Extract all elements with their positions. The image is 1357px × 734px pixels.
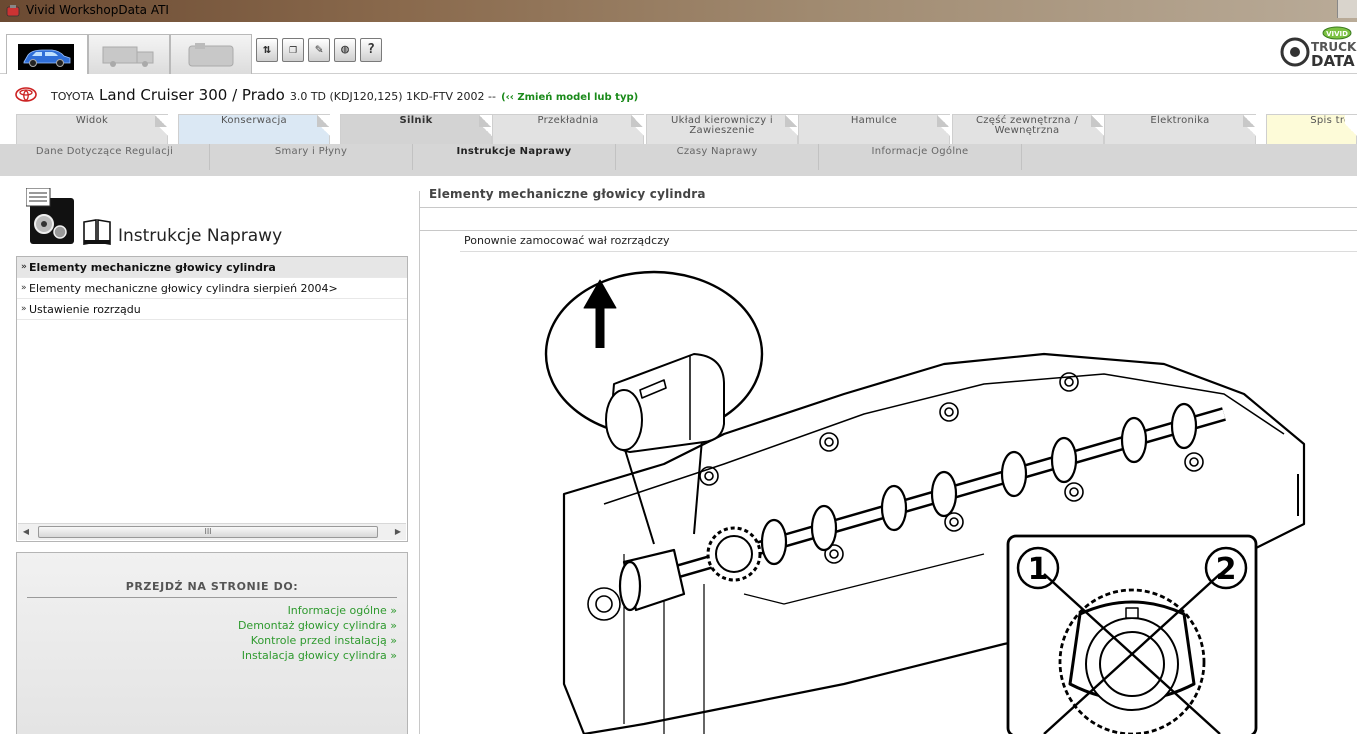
goto-link-informacje[interactable]: Informacje ogólne » (238, 603, 397, 618)
scroll-left-icon[interactable]: ◀ (18, 524, 34, 540)
divider (27, 597, 397, 598)
help-icon[interactable]: ? (360, 38, 382, 62)
tab-cars[interactable] (6, 34, 88, 74)
goto-box: PRZEJDŹ NA STRONIE DO: Informacje ogólne… (16, 552, 408, 734)
window-title: Vivid WorkshopData ATI (26, 3, 169, 17)
goto-link-instalacja[interactable]: Instalacja głowicy cylindra » (238, 648, 397, 663)
document-title: Elementy mechaniczne głowicy cylindra (429, 187, 706, 201)
bullet-icon: » (21, 304, 27, 314)
divider (420, 207, 1357, 208)
bullet-icon: » (21, 283, 27, 293)
tab-czesc-zewnetrzna[interactable]: Część zewnętrzna / Wewnętrzna (952, 114, 1104, 145)
brand-logo: VIVID TRUCK DATA (1277, 26, 1357, 70)
subtab-dane-regulacji[interactable]: Dane Dotyczące Regulacji (0, 144, 210, 170)
list-item[interactable]: » Elementy mechaniczne głowicy cylindra s… (17, 278, 407, 299)
app-window: Vivid WorkshopData ATI ⇅ ❐ ✎ ◍ ? VIVID T… (0, 0, 1357, 734)
step-text: Ponownie zamocować wał rozrządczy (464, 234, 670, 247)
window-control-button[interactable] (1337, 0, 1357, 18)
document-list: » Elementy mechaniczne głowicy cylindra »… (16, 256, 408, 542)
vehicle-make: TOYOTA (51, 90, 94, 103)
toyota-logo (15, 87, 37, 102)
change-model-link[interactable]: (‹‹ Zmień model lub typ) (501, 92, 638, 103)
divider (419, 191, 420, 734)
subtab-informacje-ogolne[interactable]: Informacje Ogólne (819, 144, 1022, 170)
vehicle-model: Land Cruiser 300 / Prado (99, 86, 285, 104)
sub-tabs: Dane Dotyczące Regulacji Smary i Płyny I… (0, 144, 1357, 176)
tab-konserwacja[interactable]: Konserwacja (178, 114, 330, 145)
edit-icon[interactable]: ✎ (308, 38, 330, 62)
tab-spis-tresci[interactable]: Spis treś (1266, 114, 1357, 145)
tab-widok[interactable]: Widok (16, 114, 168, 145)
scroll-right-icon[interactable]: ▶ (390, 524, 406, 540)
copy-icon[interactable]: ❐ (282, 38, 304, 62)
car-icon (18, 44, 74, 70)
globe-icon[interactable]: ◍ (334, 38, 356, 62)
sort-icon[interactable]: ⇅ (256, 38, 278, 62)
svg-text:DATA: DATA (1311, 52, 1355, 70)
tab-uklad-kierowniczy[interactable]: Układ kierowniczy i Zawieszenie (646, 114, 798, 145)
tab-hamulce[interactable]: Hamulce (798, 114, 950, 145)
main-tabs: Widok Konserwacja Silnik Przekładnia Ukł… (0, 114, 1357, 145)
toolbar: ⇅ ❐ ✎ ◍ ? VIVID TRUCK DATA (0, 22, 1357, 74)
tab-engines[interactable] (170, 34, 252, 74)
divider (460, 251, 1357, 252)
bullet-icon: » (21, 262, 27, 272)
subtab-smary-plyny[interactable]: Smary i Płyny (210, 144, 413, 170)
subtab-czasy-naprawy[interactable]: Czasy Naprawy (616, 144, 819, 170)
goto-link-kontrole[interactable]: Kontrole przed instalacją » (238, 633, 397, 648)
subtab-instrukcje-naprawy[interactable]: Instrukcje Naprawy (413, 144, 616, 170)
list-item[interactable]: » Elementy mechaniczne głowicy cylindra (17, 257, 407, 278)
vehicle-line: TOYOTA Land Cruiser 300 / Prado 3.0 TD (… (0, 82, 1357, 110)
tab-przekladnia[interactable]: Przekładnia (492, 114, 644, 145)
engine-icon (188, 43, 234, 67)
app-icon (6, 5, 20, 17)
list-item[interactable]: » Ustawienie rozrządu (17, 299, 407, 320)
figure-label-1: 1 (1028, 552, 1049, 587)
content-panel: Elementy mechaniczne głowicy cylindra Po… (416, 176, 1357, 734)
scroll-thumb[interactable]: III (38, 526, 378, 538)
left-panel: Instrukcje Naprawy » Elementy mechaniczne… (0, 176, 416, 734)
camshaft-diagram: 1 2 (544, 270, 1306, 734)
truck-icon (102, 46, 154, 67)
goto-title: PRZEJDŹ NA STRONIE DO: (125, 580, 299, 593)
repair-manual-icon (26, 188, 74, 244)
tab-silnik[interactable]: Silnik (340, 114, 492, 145)
section-heading: Instrukcje Naprawy (118, 226, 283, 246)
figure-label-2: 2 (1216, 552, 1237, 587)
svg-text:VIVID: VIVID (1326, 30, 1348, 38)
book-icon (83, 219, 111, 245)
vehicle-spec: 3.0 TD (KDJ120,125) 1KD-FTV 2002 -- (289, 90, 496, 103)
tab-elektronika[interactable]: Elektronika (1104, 114, 1256, 145)
horizontal-scrollbar[interactable]: ◀ III ▶ (18, 523, 406, 540)
title-bar: Vivid WorkshopData ATI (0, 0, 1357, 22)
divider (419, 230, 1357, 231)
tab-trucks[interactable] (88, 34, 170, 74)
goto-link-demontaz[interactable]: Demontaż głowicy cylindra » (238, 618, 397, 633)
